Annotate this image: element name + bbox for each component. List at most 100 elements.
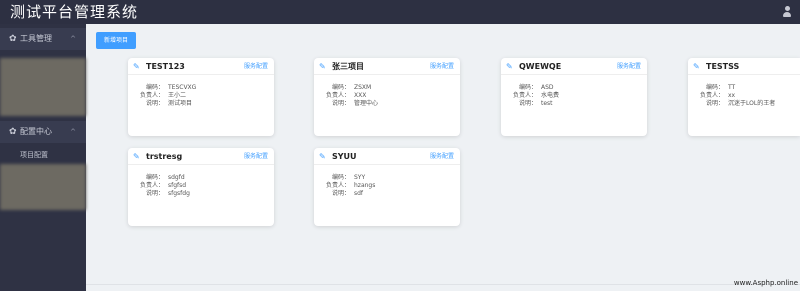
field-value: TT — [728, 84, 736, 91]
field-value: xx — [728, 92, 736, 99]
field-value: 测试项目 — [168, 100, 193, 107]
field-value: 王小二 — [168, 92, 187, 99]
field-value: test — [541, 100, 553, 107]
field-value: XXX — [354, 92, 367, 99]
field-label: 负责人： — [139, 92, 164, 99]
divider — [128, 74, 274, 75]
field-value: SYY — [354, 174, 366, 181]
project-name: SYUU — [332, 152, 357, 161]
divider — [688, 74, 800, 75]
field-label: 负责人： — [325, 182, 350, 189]
add-project-button[interactable]: 新增项目 — [96, 32, 136, 49]
field-row: 编码： SYY — [314, 174, 460, 182]
field-row: 说明： test — [501, 100, 647, 108]
field-value: sfgfsd — [168, 182, 187, 189]
field-label: 编码： — [145, 84, 164, 91]
project-card: ✎ TEST123 服务配置 编码： TESCVXG 负责人： 王小二 说明： 测试项… — [128, 58, 274, 136]
field-label: 说明： — [145, 190, 164, 197]
field-label: 负责人： — [325, 92, 350, 99]
field-value: 沉迷于LOL的王者 — [728, 100, 776, 107]
sidebar: ✿ 工具管理 ^ ✿ 配置中心 ^ 项目配置 — [0, 24, 86, 291]
service-config-link[interactable]: 服务配置 — [244, 152, 268, 162]
field-label: 负责人： — [699, 92, 724, 99]
chevron-up-icon: ^ — [70, 128, 76, 136]
field-value: ASD — [541, 84, 554, 91]
service-config-link[interactable]: 服务配置 — [617, 62, 641, 72]
project-name: TEST123 — [146, 62, 185, 71]
field-value: 水电费 — [541, 92, 560, 99]
field-row: 编码： ASD — [501, 84, 647, 92]
edit-icon[interactable]: ✎ — [319, 61, 326, 73]
top-bar: 测试平台管理系统 — [0, 0, 800, 24]
gear-icon: ✿ — [9, 34, 17, 44]
divider — [128, 164, 274, 165]
edit-icon[interactable]: ✎ — [506, 61, 513, 73]
field-row: 编码： TT — [688, 84, 800, 92]
project-name: QWEWQE — [519, 62, 562, 71]
project-card: ✎ TESTSS 编码： TT 负责人： xx 说明： 沉迷于LOL的王者 — [688, 58, 800, 136]
edit-icon[interactable]: ✎ — [319, 151, 326, 163]
field-value: sdf — [354, 190, 364, 197]
field-label: 说明： — [518, 100, 537, 107]
divider — [314, 74, 460, 75]
project-name: trstresg — [146, 152, 183, 161]
menu-group-label: 工具管理 — [20, 34, 52, 43]
field-row: 编码： ZSXM — [314, 84, 460, 92]
field-row: 负责人： XXX — [314, 92, 460, 100]
field-label: 编码： — [331, 84, 350, 91]
content-divider — [86, 284, 800, 285]
field-row: 负责人： xx — [688, 92, 800, 100]
field-row: 说明： sfgsfdg — [128, 190, 274, 198]
field-label: 编码： — [518, 84, 537, 91]
field-row: 负责人： hzangs — [314, 182, 460, 190]
gear-icon: ✿ — [9, 127, 17, 137]
field-row: 说明： 管理中心 — [314, 100, 460, 108]
field-row: 负责人： 王小二 — [128, 92, 274, 100]
field-row: 说明： sdf — [314, 190, 460, 198]
field-label: 说明： — [145, 100, 164, 107]
chevron-up-icon: ^ — [70, 35, 76, 43]
project-card: ✎ 张三项目 服务配置 编码： ZSXM 负责人： XXX 说明： 管理中心 — [314, 58, 460, 136]
field-value: sdgfd — [168, 174, 185, 181]
service-config-link[interactable]: 服务配置 — [244, 62, 268, 72]
project-card: ✎ trstresg 服务配置 编码： sdgfd 负责人： sfgfsd 说明： s… — [128, 148, 274, 226]
field-row: 说明： 沉迷于LOL的王者 — [688, 100, 800, 108]
field-value: TESCVXG — [168, 84, 197, 91]
field-label: 负责人： — [139, 182, 164, 189]
field-value: sfgsfdg — [168, 190, 190, 197]
project-name: 张三项目 — [332, 62, 364, 71]
project-card: ✎ QWEWQE 服务配置 编码： ASD 负责人： 水电费 说明： test — [501, 58, 647, 136]
field-row: 编码： TESCVXG — [128, 84, 274, 92]
divider — [314, 164, 460, 165]
field-row: 说明： 测试项目 — [128, 100, 274, 108]
divider — [501, 74, 647, 75]
menu-group-config[interactable]: ✿ 配置中心 ^ — [0, 121, 86, 143]
field-label: 说明： — [331, 100, 350, 107]
app-title: 测试平台管理系统 — [10, 3, 139, 21]
field-value: hzangs — [354, 182, 376, 189]
service-config-link[interactable]: 服务配置 — [430, 152, 454, 162]
field-label: 说明： — [705, 100, 724, 107]
field-label: 编码： — [331, 174, 350, 181]
edit-icon[interactable]: ✎ — [693, 61, 700, 73]
watermark: www.Asphp.online — [733, 279, 798, 287]
field-label: 编码： — [705, 84, 724, 91]
field-value: 管理中心 — [354, 100, 379, 107]
field-row: 负责人： 水电费 — [501, 92, 647, 100]
field-row: 负责人： sfgfsd — [128, 182, 274, 190]
menu-group-label: 配置中心 — [20, 127, 52, 136]
edit-icon[interactable]: ✎ — [133, 151, 140, 163]
project-card: ✎ SYUU 服务配置 编码： SYY 负责人： hzangs 说明： sdf — [314, 148, 460, 226]
field-row: 编码： sdgfd — [128, 174, 274, 182]
service-config-link[interactable]: 服务配置 — [430, 62, 454, 72]
menu-group-tools[interactable]: ✿ 工具管理 ^ — [0, 28, 86, 50]
blurred-content — [0, 164, 86, 210]
field-label: 编码： — [145, 174, 164, 181]
project-name: TESTSS — [706, 62, 740, 71]
edit-icon[interactable]: ✎ — [133, 61, 140, 73]
field-label: 说明： — [331, 190, 350, 197]
sidebar-item-project-config[interactable]: 项目配置 — [0, 145, 86, 165]
field-value: ZSXM — [354, 84, 372, 91]
user-icon[interactable] — [783, 6, 791, 18]
field-label: 负责人： — [512, 92, 537, 99]
